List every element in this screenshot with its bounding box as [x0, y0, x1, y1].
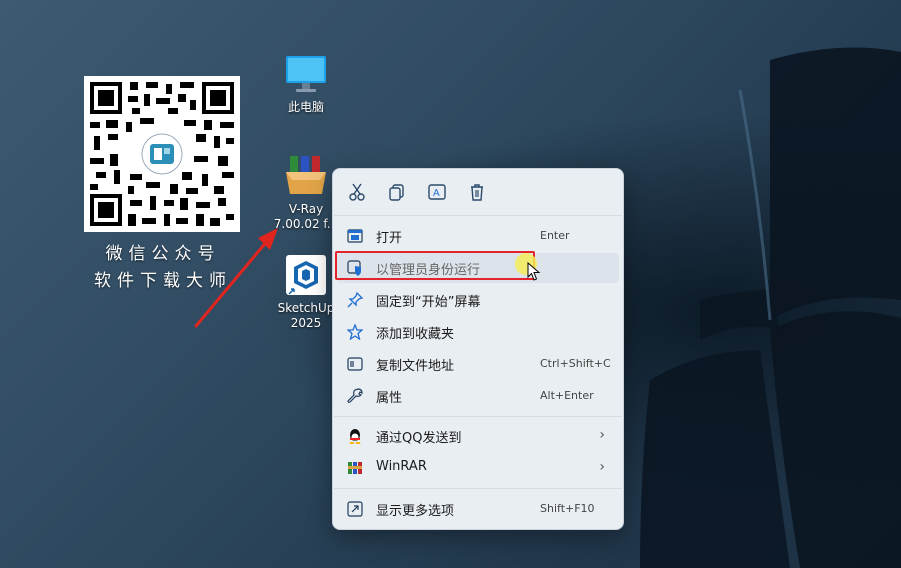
desktop-icon-label-line2: 2025 — [290, 316, 322, 330]
path-icon — [347, 357, 363, 371]
winrar-archive-icon — [286, 156, 326, 194]
qr-caption-line1: 微信公众号 — [105, 244, 221, 264]
desktop-icon-label-line2: 7.00.02 f... — [273, 217, 339, 231]
more-options-icon — [347, 501, 363, 517]
pin-icon — [347, 292, 363, 308]
menu-item-properties[interactable]: 属性 Alt+Enter — [337, 381, 619, 411]
chevron-right-icon: › — [599, 459, 605, 475]
chevron-right-icon: › — [599, 427, 605, 443]
menu-item-add-to-favorites[interactable]: 添加到收藏夹 — [337, 317, 619, 347]
menu-item-label: 添加到收藏夹 — [376, 327, 455, 342]
menu-item-label: 通过QQ发送到 — [376, 431, 462, 446]
menu-separator — [334, 416, 622, 417]
menu-separator — [334, 488, 622, 489]
qr-caption-line2: 软件下载大师 — [94, 271, 232, 291]
menu-item-label: 复制文件地址 — [376, 359, 455, 374]
menu-item-winrar[interactable]: WinRAR › — [337, 453, 619, 483]
menu-separator — [334, 215, 622, 216]
menu-item-shortcut: Shift+F10 — [540, 502, 595, 515]
star-icon — [347, 324, 363, 340]
context-menu: A 打开 Enter 以管理员身份运行 固定到“开始”屏幕 添加到收藏夹 复制文… — [332, 168, 624, 530]
desktop-icon-label-line1: SketchUp — [277, 301, 335, 315]
highlight-annotation-box — [335, 251, 535, 280]
menu-item-shortcut: Alt+Enter — [540, 389, 594, 402]
wrench-icon — [347, 388, 363, 403]
menu-item-show-more-options[interactable]: 显示更多选项 Shift+F10 — [337, 494, 619, 524]
menu-item-send-via-qq[interactable]: 通过QQ发送到 › — [337, 421, 619, 451]
sketchup-icon — [286, 255, 326, 295]
svg-text:A: A — [433, 188, 440, 199]
rename-icon[interactable]: A — [426, 181, 448, 203]
copy-icon[interactable] — [386, 181, 408, 203]
menu-item-label: 固定到“开始”屏幕 — [376, 295, 481, 310]
desktop-icon-label: 此电脑 — [287, 100, 324, 114]
desktop-icon-this-pc[interactable]: 此电脑 — [266, 52, 346, 115]
menu-item-pin-to-start[interactable]: 固定到“开始”屏幕 — [337, 285, 619, 315]
menu-item-label: 属性 — [376, 391, 403, 406]
menu-item-open[interactable]: 打开 Enter — [337, 221, 619, 251]
monitor-icon — [286, 56, 326, 92]
qq-penguin-icon — [349, 429, 361, 444]
menu-item-shortcut: Enter — [540, 229, 570, 242]
qr-code-image — [84, 76, 240, 232]
delete-icon[interactable] — [466, 181, 488, 203]
mouse-cursor-icon — [527, 262, 541, 281]
cut-icon[interactable] — [346, 181, 368, 203]
desktop-icon-label-line1: V-Ray — [288, 202, 324, 216]
winrar-icon — [348, 462, 362, 474]
menu-item-copy-path[interactable]: 复制文件地址 Ctrl+Shift+C — [337, 349, 619, 379]
menu-item-shortcut: Ctrl+Shift+C — [540, 357, 611, 370]
menu-item-label: 显示更多选项 — [376, 504, 455, 519]
open-window-icon — [347, 229, 363, 243]
quick-action-bar: A — [333, 169, 623, 215]
menu-item-label: WinRAR — [376, 459, 427, 474]
menu-item-label: 打开 — [376, 231, 403, 246]
